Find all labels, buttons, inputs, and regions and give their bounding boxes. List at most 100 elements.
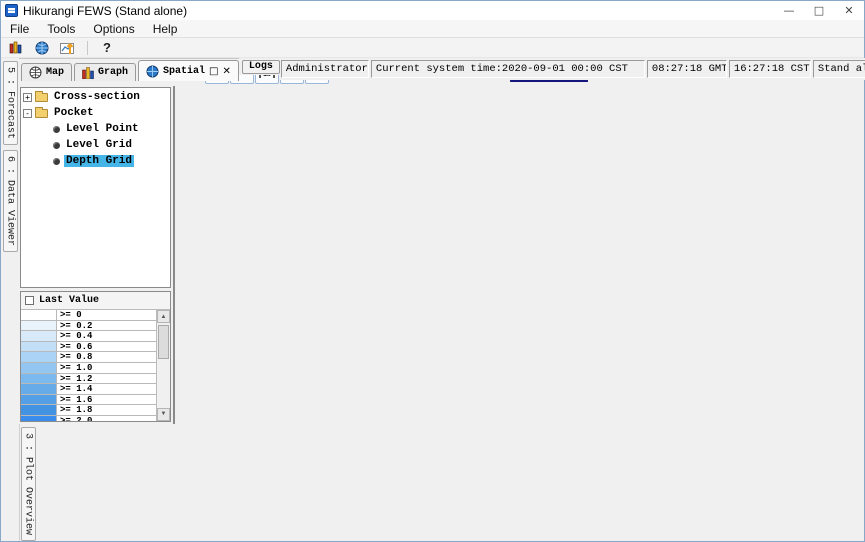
legend-row: >= 0.8 (21, 352, 156, 363)
app-window: Hikurangi FEWS (Stand alone) — □ ✕ FileT… (0, 0, 865, 542)
maximize-button[interactable]: □ (804, 1, 834, 20)
globe-icon (35, 41, 49, 55)
legend-color-swatch (21, 405, 57, 415)
tree-item-label: Cross-section (52, 91, 142, 103)
tab-graph-label: Graph (98, 67, 128, 78)
legend-color-swatch (21, 321, 57, 331)
menu-bar: FileToolsOptionsHelp (1, 20, 864, 38)
right-dock-strip: 3 : Plot Overview (19, 424, 36, 541)
legend-color-swatch (21, 352, 57, 362)
legend-row-label: >= 0 (57, 310, 82, 320)
timeseries-display-button[interactable] (57, 39, 79, 57)
legend-row: >= 0.6 (21, 342, 156, 353)
tree-item[interactable]: + Cross-section (23, 91, 170, 103)
tab-close-icon[interactable]: ✕ (223, 66, 231, 77)
bottom-tab-bar: Map Graph Spatial □ ✕ (19, 58, 239, 81)
tab-plot-overview[interactable]: 3 : Plot Overview (21, 427, 36, 541)
menu-item[interactable]: Options (84, 22, 143, 36)
node-dot-icon (53, 158, 60, 165)
node-dot-icon (53, 142, 60, 149)
title-bar: Hikurangi FEWS (Stand alone) — □ ✕ (1, 1, 864, 20)
tree-item[interactable]: Level Grid (23, 139, 170, 151)
explorer-button[interactable] (5, 39, 27, 57)
status-mode: Stand alone (813, 60, 865, 78)
tab-maximize-icon[interactable]: □ (209, 66, 218, 77)
left-panel: + Cross-section - Pocket (19, 86, 173, 424)
status-bar: Administrator Current system time:2020-0… (280, 58, 865, 80)
legend-row-label: >= 0.8 (57, 352, 92, 362)
legend-row-label: >= 1.8 (57, 405, 92, 415)
status-user: Administrator (281, 60, 369, 78)
app-icon (5, 4, 18, 17)
spatial-display-button[interactable] (31, 39, 53, 57)
left-dock-strip: 5 : Forecast 6 : Data Viewer (1, 58, 19, 541)
legend-row: >= 1.6 (21, 395, 156, 406)
last-value-checkbox[interactable] (25, 296, 34, 305)
tab-spatial[interactable]: Spatial □ ✕ (138, 60, 239, 81)
legend-row-label: >= 1.4 (57, 384, 92, 394)
tree-item-label: Level Point (64, 123, 141, 135)
legend-panel: Last Value >= 0 (20, 291, 171, 422)
legend-row: >= 1.2 (21, 374, 156, 385)
logs-button[interactable]: Logs (242, 60, 280, 74)
legend-color-swatch (21, 342, 57, 352)
status-local-time: 16:27:18 CST (729, 60, 811, 78)
filter-tree: + Cross-section - Pocket (20, 87, 171, 288)
scrollbar-thumb[interactable] (158, 325, 169, 359)
data-explorer-icon (9, 41, 23, 54)
menu-item[interactable]: File (1, 22, 38, 36)
help-icon: ? (103, 40, 111, 55)
legend-row: >= 1.0 (21, 363, 156, 374)
legend-color-swatch (21, 395, 57, 405)
legend-row: >= 1.4 (21, 384, 156, 395)
tree-item[interactable]: Depth Grid (23, 155, 170, 167)
logs-row: Logs (239, 58, 280, 75)
legend-row-label: >= 0.4 (57, 331, 92, 341)
last-value-label: Last Value (39, 295, 99, 306)
legend-row-label: >= 1.0 (57, 363, 92, 373)
legend-color-swatch (21, 331, 57, 341)
scroll-down-icon[interactable]: ▼ (157, 408, 170, 421)
toolbar-separator (87, 41, 88, 55)
scrollbar-track[interactable] (157, 323, 170, 408)
minimize-button[interactable]: — (774, 1, 804, 20)
legend-row: >= 0.4 (21, 331, 156, 342)
status-system-time: Current system time:2020-09-01 00:00 CST (371, 60, 645, 78)
legend-scrollbar[interactable]: ▲ ▼ (156, 310, 170, 421)
map-view[interactable]: API Key Required API Key Required API Ke… (173, 86, 175, 424)
legend-color-swatch (21, 416, 57, 421)
tab-map[interactable]: Map (21, 63, 72, 81)
menu-item[interactable]: Tools (38, 22, 84, 36)
folder-icon (35, 93, 48, 102)
legend-color-swatch (21, 363, 57, 373)
window-title: Hikurangi FEWS (Stand alone) (23, 4, 187, 18)
scroll-up-icon[interactable]: ▲ (157, 310, 170, 323)
legend-list: >= 0 >= 0.2 (21, 310, 156, 421)
tree-item[interactable]: - Pocket (23, 107, 170, 119)
tab-forecast[interactable]: 5 : Forecast (3, 61, 18, 145)
legend-row-label: >= 1.6 (57, 395, 92, 405)
legend-row: >= 2.0 (21, 416, 156, 421)
folder-icon (35, 109, 48, 118)
menu-item[interactable]: Help (144, 22, 187, 36)
tree-item[interactable]: Level Point (23, 123, 170, 135)
main-toolbar: ? (1, 38, 864, 58)
legend-row-label: >= 0.2 (57, 321, 92, 331)
legend-row: >= 0.2 (21, 321, 156, 332)
legend-color-swatch (21, 374, 57, 384)
tab-spatial-label: Spatial (163, 66, 205, 77)
legend-row-label: >= 2.0 (57, 416, 92, 421)
spatial-globe-icon (146, 65, 159, 78)
map-globe-icon (29, 66, 42, 79)
tree-toggle[interactable]: - (23, 109, 32, 118)
legend-color-swatch (21, 310, 57, 320)
tree-item-label: Level Grid (64, 139, 134, 151)
chart-arrow-icon (60, 41, 76, 55)
legend-row: >= 0 (21, 310, 156, 321)
tab-graph[interactable]: Graph (74, 63, 136, 81)
tab-data-viewer[interactable]: 6 : Data Viewer (3, 150, 18, 252)
tree-toggle[interactable]: + (23, 93, 32, 102)
help-button[interactable]: ? (96, 39, 118, 57)
close-button[interactable]: ✕ (834, 1, 864, 20)
legend-row-label: >= 0.6 (57, 342, 92, 352)
